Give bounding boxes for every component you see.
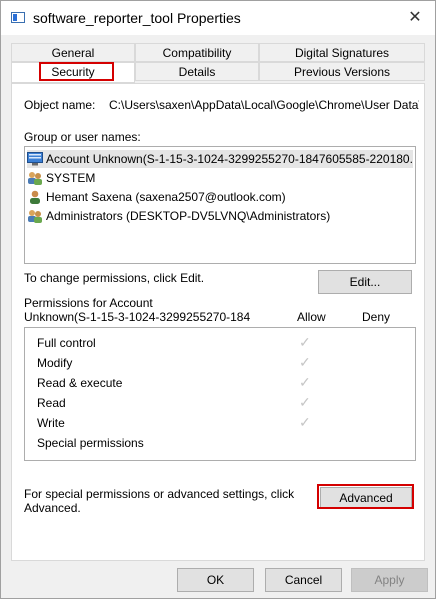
permission-name: Special permissions — [37, 436, 144, 450]
edit-button[interactable]: Edit... — [318, 270, 412, 294]
list-item[interactable]: Account Unknown(S-1-15-3-1024-3299255270… — [27, 150, 413, 168]
computer-user-icon — [27, 151, 43, 166]
ok-button[interactable]: OK — [177, 568, 254, 592]
object-name-value: C:\Users\saxen\AppData\Local\Google\Chro… — [109, 98, 419, 112]
list-item[interactable]: SYSTEM — [27, 169, 95, 187]
title-bar: software_reporter_tool Properties ✕ — [1, 1, 435, 35]
permissions-for-label-line1: Permissions for Account — [24, 296, 153, 310]
security-panel: Object name: C:\Users\saxen\AppData\Loca… — [11, 83, 425, 561]
user-name: Account Unknown(S-1-15-3-1024-3299255270… — [46, 152, 413, 166]
cancel-button[interactable]: Cancel — [265, 568, 342, 592]
tab-compatibility[interactable]: Compatibility — [135, 43, 259, 62]
user-name: Administrators (DESKTOP-DV5LVNQ\Administ… — [46, 209, 331, 223]
tab-digital-signatures[interactable]: Digital Signatures — [259, 43, 425, 62]
group-label: Group or user names: — [24, 130, 141, 144]
tab-general[interactable]: General — [11, 43, 135, 62]
allow-check-icon: ✓ — [299, 354, 311, 370]
permissions-list[interactable]: Full control ✓ Modify ✓ Read & execute ✓… — [24, 327, 416, 461]
advanced-button[interactable]: Advanced — [320, 487, 412, 508]
allow-check-icon: ✓ — [299, 374, 311, 390]
permission-name: Modify — [37, 356, 73, 370]
allow-check-icon: ✓ — [299, 394, 311, 410]
permission-name: Write — [37, 416, 65, 430]
permission-name: Read & execute — [37, 376, 123, 390]
tab-details[interactable]: Details — [135, 62, 259, 81]
permission-name: Read — [37, 396, 66, 410]
special-permissions-text-line1: For special permissions or advanced sett… — [24, 487, 295, 501]
allow-check-icon: ✓ — [299, 414, 311, 430]
window-title: software_reporter_tool Properties — [33, 10, 241, 26]
apply-button[interactable]: Apply — [351, 568, 428, 592]
tab-previous-versions[interactable]: Previous Versions — [259, 62, 425, 81]
allow-check-icon: ✓ — [299, 334, 311, 350]
deny-header: Deny — [362, 310, 391, 324]
user-list[interactable]: Account Unknown(S-1-15-3-1024-3299255270… — [24, 146, 416, 264]
permissions-for-label-line2: Unknown(S-1-15-3-1024-3299255270-184 — [24, 310, 251, 324]
list-item[interactable]: Hemant Saxena (saxena2507@outlook.com) — [27, 188, 286, 206]
list-item[interactable]: Administrators (DESKTOP-DV5LVNQ\Administ… — [27, 207, 330, 225]
tab-security[interactable]: Security — [11, 62, 135, 83]
object-name-label: Object name: — [24, 98, 96, 112]
special-permissions-text-line2: Advanced. — [24, 501, 81, 515]
properties-dialog: software_reporter_tool Properties ✕ Gene… — [0, 0, 436, 599]
close-icon[interactable]: ✕ — [401, 5, 429, 31]
permission-name: Full control — [37, 336, 96, 350]
group-users-icon — [28, 209, 42, 223]
user-name: SYSTEM — [46, 171, 96, 185]
group-users-icon — [28, 171, 42, 185]
user-icon — [30, 190, 40, 204]
user-name: Hemant Saxena (saxena2507@outlook.com) — [46, 190, 286, 204]
allow-header: Allow — [297, 310, 326, 324]
window-icon — [11, 12, 25, 23]
change-permissions-text: To change permissions, click Edit. — [24, 271, 205, 285]
